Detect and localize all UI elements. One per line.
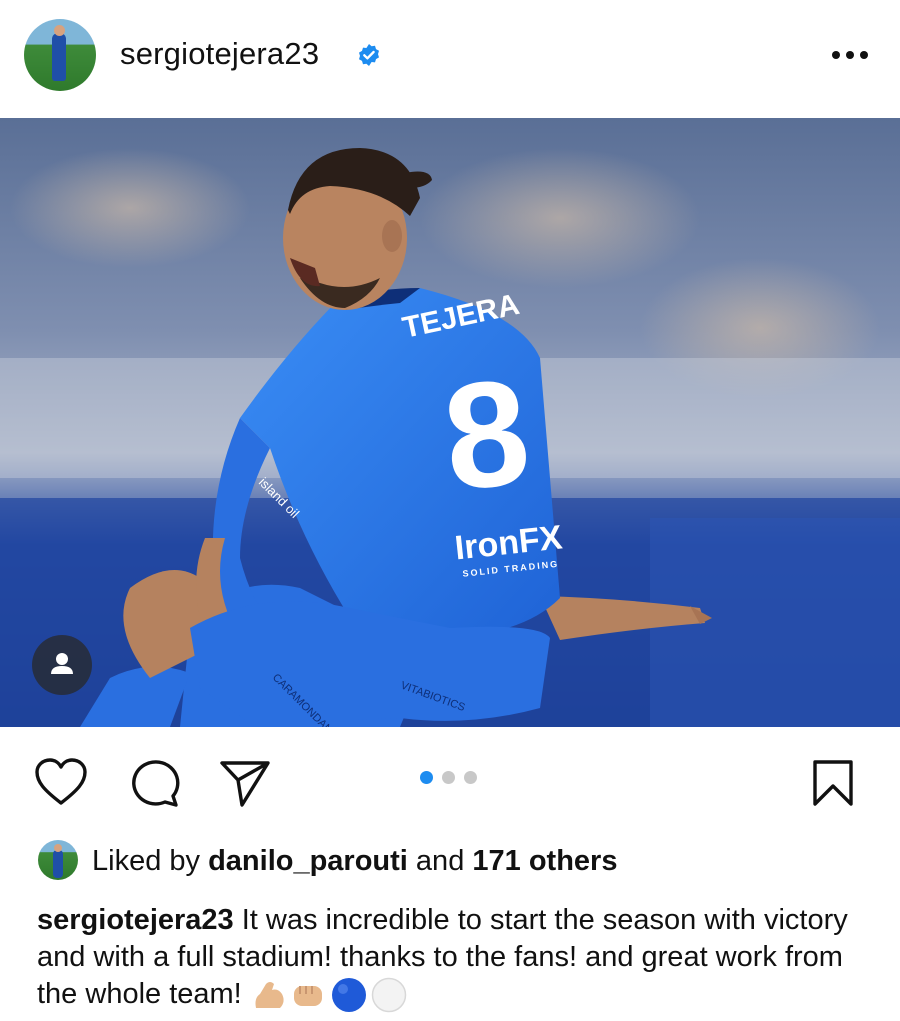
carousel-dot: [464, 771, 477, 784]
caption-username[interactable]: sergiotejera23: [37, 904, 234, 936]
carousel-dot: [442, 771, 455, 784]
bookmark-icon[interactable]: [810, 758, 856, 808]
liker-avatar[interactable]: [38, 840, 78, 880]
post-header: sergiotejera23: [0, 0, 900, 118]
person-icon: [51, 653, 73, 674]
post-caption: sergiotejera23 It was incredible to star…: [37, 902, 877, 1013]
heart-icon[interactable]: [34, 757, 88, 807]
likes-count[interactable]: 171 others: [472, 845, 617, 877]
carousel-indicator: [420, 771, 480, 785]
likes-middle: and: [407, 845, 473, 877]
verified-badge-icon: [359, 44, 379, 66]
tagged-people-button[interactable]: [32, 635, 92, 695]
share-icon[interactable]: [218, 758, 272, 808]
likes-summary[interactable]: Liked by danilo_parouti and 171 others: [92, 845, 617, 878]
jersey-number: 8: [436, 346, 537, 522]
comment-icon[interactable]: [127, 758, 181, 808]
blue-circle-icon: [331, 978, 366, 1013]
flexed-biceps-icon: [255, 982, 284, 1009]
post-username[interactable]: sergiotejera23: [120, 36, 319, 72]
liker-username[interactable]: danilo_parouti: [208, 845, 408, 877]
carousel-dot-active: [420, 771, 433, 784]
white-circle-icon: [371, 978, 407, 1013]
post-photo[interactable]: TEJERA 8 IronFX SOLID TRADING island oil…: [0, 118, 900, 727]
profile-avatar[interactable]: [24, 19, 96, 91]
fist-bump-icon: [293, 986, 322, 1007]
more-options-icon[interactable]: [828, 42, 872, 68]
likes-prefix: Liked by: [92, 845, 209, 877]
